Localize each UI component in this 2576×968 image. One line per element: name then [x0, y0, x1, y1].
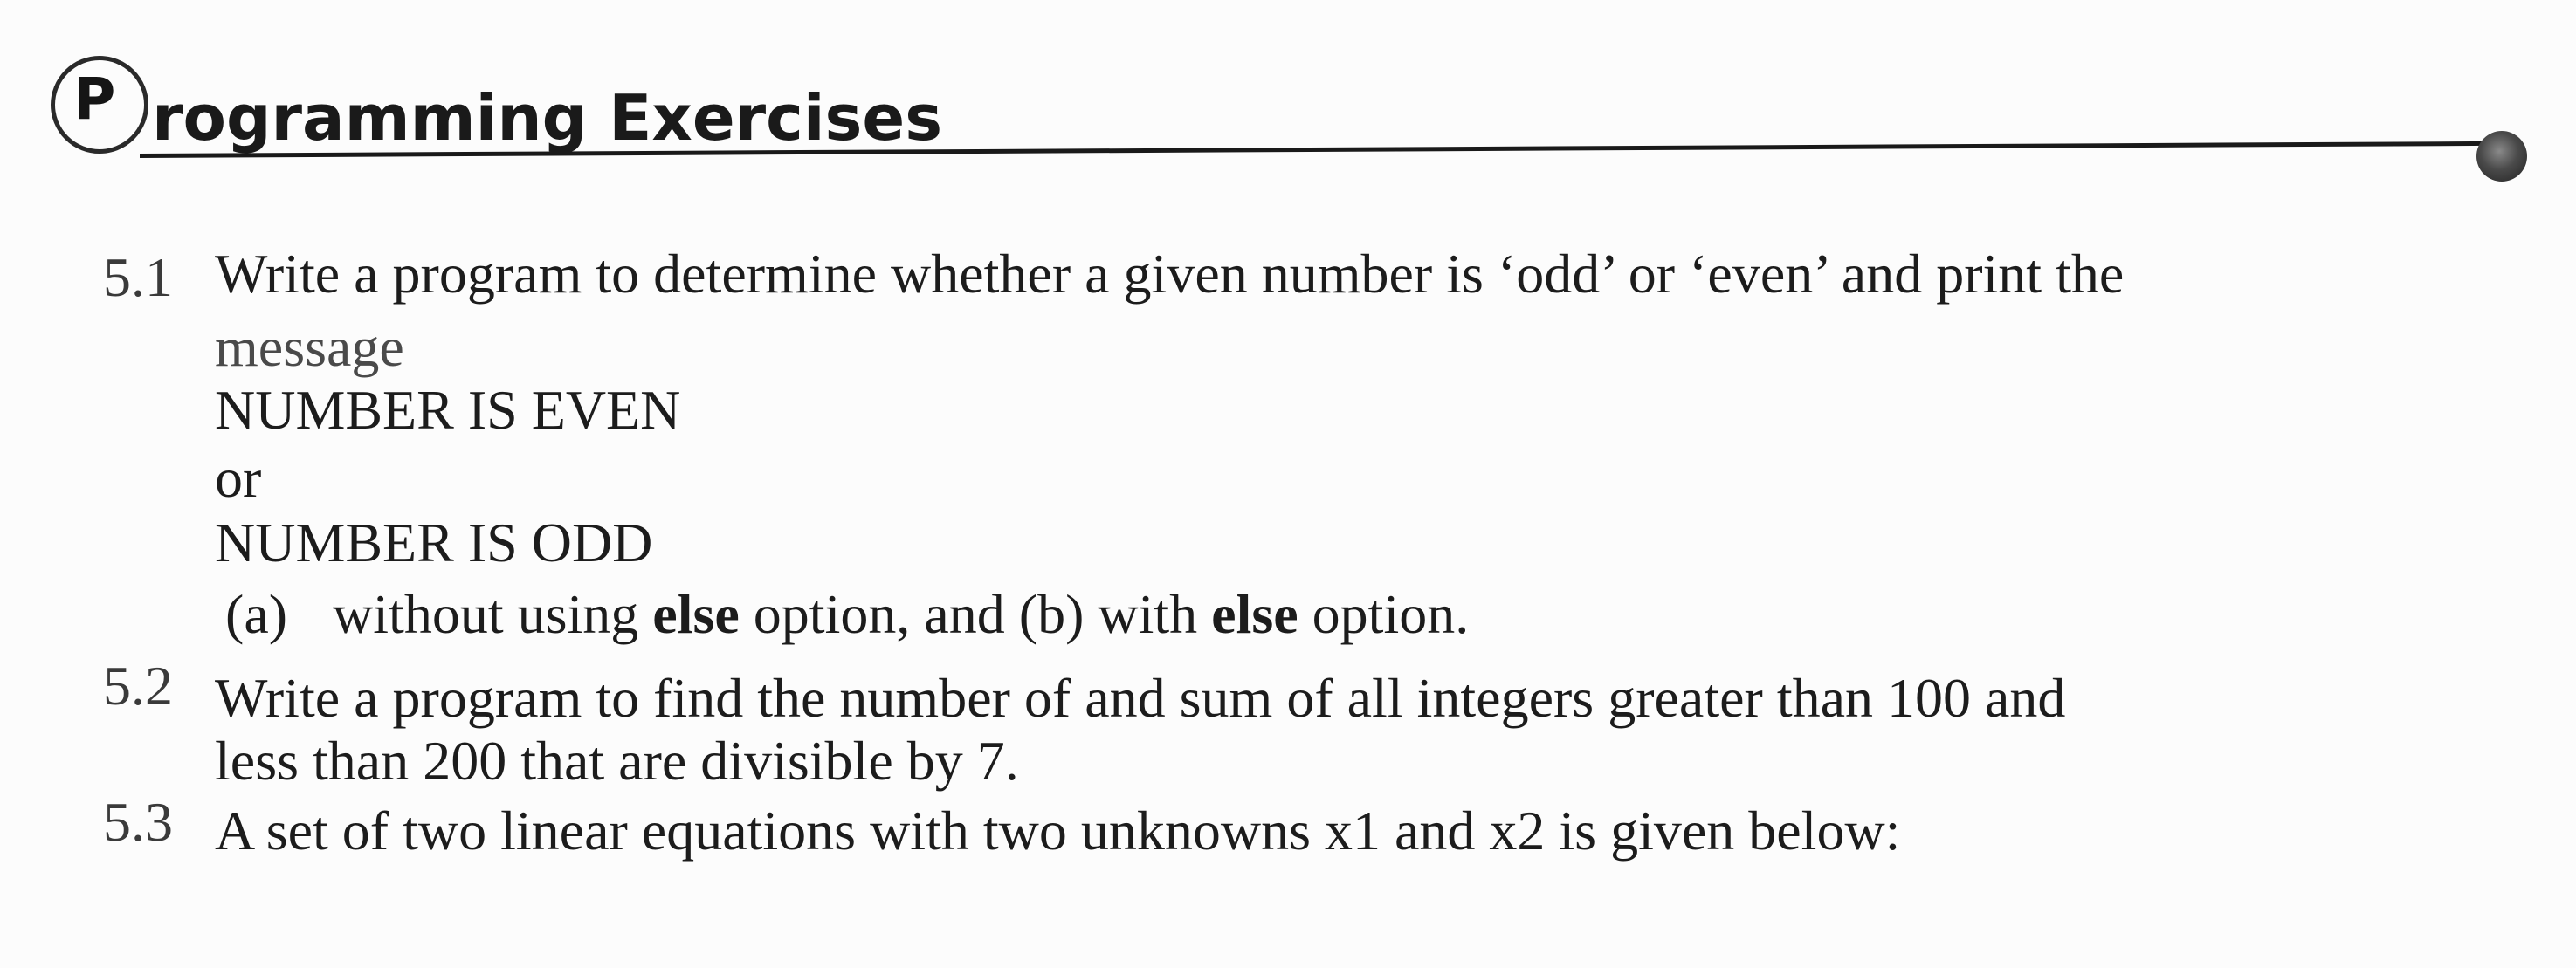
option-label: (a) — [225, 583, 288, 645]
exercise-number: 5.1 — [103, 246, 173, 308]
header-title: rogramming Exercises — [152, 81, 943, 154]
keyword-else: else — [1211, 583, 1298, 645]
header-initial: P — [73, 65, 116, 133]
exercise-text-line: A set of two linear equations with two u… — [215, 800, 1901, 862]
exercise-text-line: Write a program to determine whether a g… — [215, 243, 2125, 305]
option-text: without using — [333, 583, 653, 645]
page: P rogramming Exercises 5.1 Write a progr… — [0, 0, 2576, 968]
output-or: or — [215, 447, 262, 509]
exercise-text-line: less than 200 that are divisible by 7. — [215, 730, 1019, 792]
options-line: (a) without using else option, and (b) wi… — [225, 583, 1469, 646]
section-header: P rogramming Exercises — [44, 51, 2527, 182]
output-message: NUMBER IS EVEN — [215, 379, 681, 441]
exercise-text-line: Write a program to find the number of an… — [215, 667, 2066, 729]
rule-end-dot — [2476, 131, 2527, 182]
keyword-else: else — [652, 583, 740, 645]
option-text: option, and (b) with — [739, 583, 1212, 645]
exercise-number: 5.3 — [103, 791, 173, 853]
output-message: NUMBER IS ODD — [215, 511, 653, 573]
exercise-number: 5.2 — [103, 655, 173, 717]
option-text: option. — [1298, 583, 1470, 645]
exercise-text-line: message — [215, 316, 404, 378]
